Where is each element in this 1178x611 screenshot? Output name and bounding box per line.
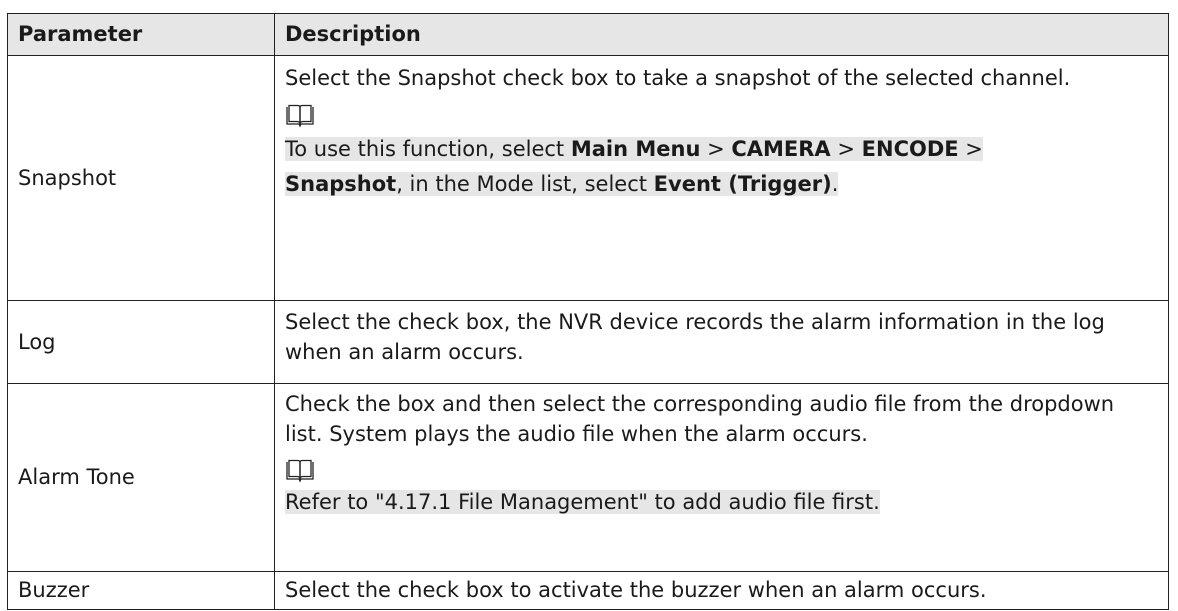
desc-alarm-tone: Check the box and then select the corres…	[274, 382, 1169, 572]
note-bold-encode: ENCODE	[861, 137, 959, 161]
desc-snapshot: Select the Snapshot check box to take a …	[274, 54, 1169, 302]
note-text: To use this function, select	[285, 137, 571, 161]
note-snapshot: To use this function, select Main Menu >…	[285, 132, 1158, 202]
desc-buzzer: Select the check box to activate the buz…	[274, 570, 1169, 611]
note-bold-event-trigger: Event (Trigger)	[653, 172, 832, 196]
note-alarm-tone-text: Refer to "4.17.1 File Management" to add…	[285, 489, 880, 514]
table-row-alarm-tone: Alarm Tone Check the box and then select…	[7, 382, 1169, 572]
note-text: , in the Mode list, select	[396, 172, 654, 196]
param-snapshot: Snapshot	[7, 54, 275, 302]
note-text: >	[830, 137, 862, 161]
note-alarm-tone: Refer to "4.17.1 File Management" to add…	[285, 487, 1158, 517]
note-bold-main-menu: Main Menu	[570, 137, 701, 161]
note-text: .	[831, 172, 839, 196]
book-note-icon	[286, 459, 314, 483]
table-header-row: Parameter Description	[7, 13, 1169, 56]
desc-snapshot-text: Select the Snapshot check box to take a …	[285, 66, 1071, 90]
desc-alarm-tone-text: Check the box and then select the corres…	[285, 391, 1115, 446]
param-log: Log	[7, 300, 275, 384]
note-bold-snapshot: Snapshot	[285, 172, 397, 196]
table-row-log: Log Select the check box, the NVR device…	[7, 300, 1169, 384]
table-row-snapshot: Snapshot Select the Snapshot check box t…	[7, 54, 1169, 302]
header-description: Description	[274, 13, 1169, 56]
book-note-icon	[286, 104, 314, 128]
note-text: >	[958, 137, 983, 161]
note-bold-camera: CAMERA	[731, 137, 831, 161]
desc-log: Select the check box, the NVR device rec…	[274, 300, 1169, 384]
table-row-buzzer: Buzzer Select the check box to activate …	[7, 570, 1169, 611]
note-text: >	[700, 137, 732, 161]
param-buzzer: Buzzer	[7, 570, 275, 611]
param-alarm-tone: Alarm Tone	[7, 382, 275, 572]
parameter-table: Parameter Description Snapshot Select th…	[7, 13, 1169, 611]
header-parameter: Parameter	[7, 13, 275, 56]
